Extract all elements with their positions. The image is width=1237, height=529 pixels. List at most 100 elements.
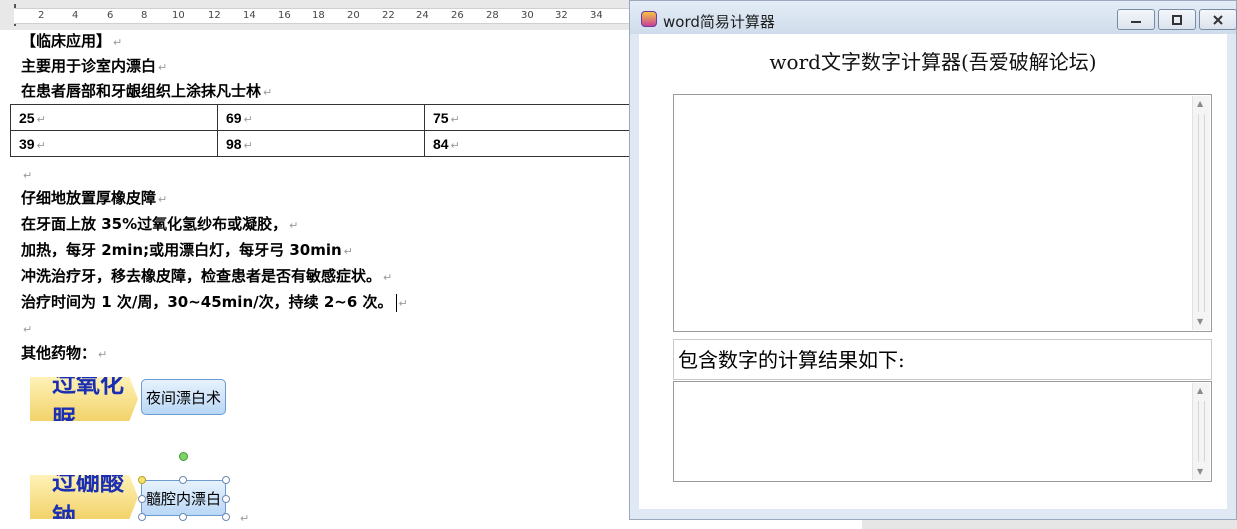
doc-paragraph[interactable]: 在牙面上放 35%过氧化氢纱布或凝胶， ↵ bbox=[21, 214, 298, 236]
paragraph-mark-icon: ↵ bbox=[450, 113, 460, 126]
doc-paragraph[interactable]: 仔细地放置厚橡皮障 ↵ bbox=[21, 188, 167, 210]
app-icon bbox=[641, 11, 657, 27]
table-cell[interactable]: 39 ↵ bbox=[10, 130, 218, 157]
doc-text: 冲洗治疗牙，移去橡皮障，检查患者是否有敏感症状。 bbox=[21, 267, 382, 285]
table-cell[interactable]: 75 ↵ bbox=[424, 104, 630, 131]
calculator-client-area: word文字数字计算器(吾爱破解论坛) ▲ ▼ 包含数字的计算结果如下: ▲ ▼ bbox=[639, 34, 1227, 509]
shape-text: 过氧化脲 bbox=[52, 370, 124, 433]
arrow-shape[interactable]: 过氧化脲 bbox=[30, 377, 138, 421]
scroll-down-icon[interactable]: ▼ bbox=[1197, 467, 1203, 477]
doc-text: 加热，每牙 2min;或用漂白灯，每牙弓 30min bbox=[21, 241, 342, 259]
cell-text: 69 bbox=[226, 109, 242, 126]
paragraph-mark-icon: ↵ bbox=[158, 61, 168, 74]
input-scrollbar[interactable]: ▲ ▼ bbox=[1192, 96, 1210, 330]
doc-paragraph[interactable]: 加热，每牙 2min;或用漂白灯，每牙弓 30min ↵ bbox=[21, 240, 353, 262]
ruler-tick: 22 bbox=[382, 10, 395, 21]
cell-text: 25 bbox=[19, 109, 35, 126]
ruler-tick: 4 bbox=[72, 10, 79, 21]
scroll-up-icon[interactable]: ▲ bbox=[1197, 386, 1203, 396]
selected-rounded-box-shape[interactable]: 髓腔内漂白 bbox=[141, 480, 226, 516]
doc-paragraph[interactable]: 主要用于诊室内漂白 ↵ bbox=[21, 56, 167, 78]
doc-text: 【临床应用】 bbox=[21, 32, 112, 50]
adjust-handle-icon[interactable] bbox=[138, 476, 146, 484]
ruler-tick: 26 bbox=[451, 10, 464, 21]
title-bar[interactable]: word简易计算器 bbox=[630, 1, 1237, 34]
paragraph-mark-icon: ↵ bbox=[158, 193, 168, 206]
cell-text: 84 bbox=[433, 135, 449, 152]
ruler-tick: 20 bbox=[347, 10, 360, 21]
empty-paragraph[interactable]: ↵ bbox=[21, 164, 32, 186]
input-textarea[interactable]: ▲ ▼ bbox=[673, 94, 1212, 332]
paragraph-mark-icon: ↵ bbox=[450, 139, 460, 152]
doc-text: 治疗时间为 1 次/周，30~45min/次，持续 2~6 次。 bbox=[21, 293, 393, 311]
table-cell[interactable]: 25 ↵ bbox=[10, 104, 218, 131]
paragraph-mark-icon: ↵ bbox=[243, 139, 253, 152]
doc-text: 在牙面上放 35%过氧化氢纱布或凝胶， bbox=[21, 215, 288, 233]
result-scrollbar[interactable]: ▲ ▼ bbox=[1192, 383, 1210, 480]
ruler-tick: 34 bbox=[590, 10, 603, 21]
document-page[interactable]: 【临床应用】 ↵ 主要用于诊室内漂白 ↵ 在患者唇部和牙龈组织上涂抹凡士林 ↵ 25 ↵… bbox=[0, 30, 630, 529]
close-button[interactable] bbox=[1199, 9, 1237, 30]
paragraph-mark-icon: ↵ bbox=[343, 245, 353, 258]
scroll-up-icon[interactable]: ▲ bbox=[1197, 99, 1203, 109]
shape-text: 髓腔内漂白 bbox=[145, 489, 221, 508]
rotate-handle-icon[interactable] bbox=[179, 452, 188, 461]
cell-text: 39 bbox=[19, 135, 35, 152]
doc-paragraph[interactable]: 其他药物： ↵ bbox=[21, 343, 107, 365]
cell-text: 98 bbox=[226, 135, 242, 152]
close-icon bbox=[1213, 14, 1223, 25]
resize-handle-icon[interactable] bbox=[138, 513, 146, 521]
doc-paragraph[interactable]: 【临床应用】 ↵ bbox=[21, 31, 122, 53]
minimize-button[interactable] bbox=[1117, 9, 1155, 30]
resize-handle-icon[interactable] bbox=[222, 513, 230, 521]
doc-text: 仔细地放置厚橡皮障 bbox=[21, 189, 157, 207]
calculator-window[interactable]: word简易计算器 word文字数字计算器(吾爱破解论坛) ▲ ▼ 包含数字的计… bbox=[629, 0, 1237, 520]
paragraph-mark-icon: ↵ bbox=[23, 323, 33, 336]
text-cursor bbox=[395, 293, 397, 312]
resize-handle-icon[interactable] bbox=[138, 495, 146, 503]
ruler-tick: 14 bbox=[243, 10, 256, 21]
ruler-tick: 28 bbox=[486, 10, 499, 21]
table-cell[interactable]: 84 ↵ bbox=[424, 130, 630, 157]
ruler-tick: 6 bbox=[107, 10, 114, 21]
scroll-track[interactable] bbox=[1198, 401, 1205, 462]
table-cell[interactable]: 98 ↵ bbox=[217, 130, 425, 157]
scroll-down-icon[interactable]: ▼ bbox=[1197, 317, 1203, 327]
doc-table[interactable]: 25 ↵ 69 ↵ 75 ↵ 39 ↵ 98 ↵ 84 ↵ bbox=[10, 104, 630, 157]
maximize-button[interactable] bbox=[1158, 9, 1196, 30]
resize-handle-icon[interactable] bbox=[222, 495, 230, 503]
resize-handle-icon[interactable] bbox=[222, 476, 230, 484]
ruler-tick: 30 bbox=[521, 10, 534, 21]
scroll-track[interactable] bbox=[1198, 114, 1205, 312]
doc-paragraph[interactable]: 在患者唇部和牙龈组织上涂抹凡士林 ↵ bbox=[21, 81, 272, 103]
ruler-tick: 8 bbox=[141, 10, 148, 21]
shape-text: 夜间漂白术 bbox=[145, 388, 221, 407]
result-textarea[interactable]: ▲ ▼ bbox=[673, 381, 1212, 482]
table-cell[interactable]: 69 ↵ bbox=[217, 104, 425, 131]
paragraph-mark-icon: ↵ bbox=[113, 36, 123, 49]
minimize-icon bbox=[1131, 20, 1141, 23]
rounded-box-shape[interactable]: 夜间漂白术 bbox=[141, 379, 226, 415]
paragraph-mark-icon: ↵ bbox=[243, 113, 253, 126]
paragraph-mark-icon: ↵ bbox=[36, 113, 46, 126]
paragraph-mark-icon: ↵ bbox=[240, 512, 250, 525]
resize-handle-icon[interactable] bbox=[179, 513, 187, 521]
resize-handle-icon[interactable] bbox=[179, 476, 187, 484]
empty-paragraph[interactable]: ↵ bbox=[21, 318, 32, 340]
paragraph-mark-icon: ↵ bbox=[98, 348, 108, 361]
doc-paragraph[interactable]: 治疗时间为 1 次/周，30~45min/次，持续 2~6 次。 ↵ bbox=[21, 292, 408, 314]
arrow-shape[interactable]: 过硼酸钠 bbox=[30, 475, 138, 519]
calculator-heading: word文字数字计算器(吾爱破解论坛) bbox=[769, 50, 1097, 74]
doc-paragraph[interactable]: 冲洗治疗牙，移去橡皮障，检查患者是否有敏感症状。 ↵ bbox=[21, 266, 392, 288]
doc-text: 主要用于诊室内漂白 bbox=[21, 57, 157, 75]
ruler-tick: 24 bbox=[416, 10, 429, 21]
paragraph-mark-icon: ↵ bbox=[263, 86, 273, 99]
table-row: 39 ↵ 98 ↵ 84 ↵ bbox=[10, 130, 630, 157]
paragraph-mark-icon: ↵ bbox=[398, 297, 408, 310]
maximize-icon bbox=[1172, 14, 1182, 25]
cell-text: 75 bbox=[433, 109, 449, 126]
window-title: word简易计算器 bbox=[663, 13, 775, 31]
ruler-tick: 12 bbox=[208, 10, 221, 21]
table-row: 25 ↵ 69 ↵ 75 ↵ bbox=[10, 104, 630, 131]
shape-text: 过硼酸钠 bbox=[52, 468, 124, 529]
